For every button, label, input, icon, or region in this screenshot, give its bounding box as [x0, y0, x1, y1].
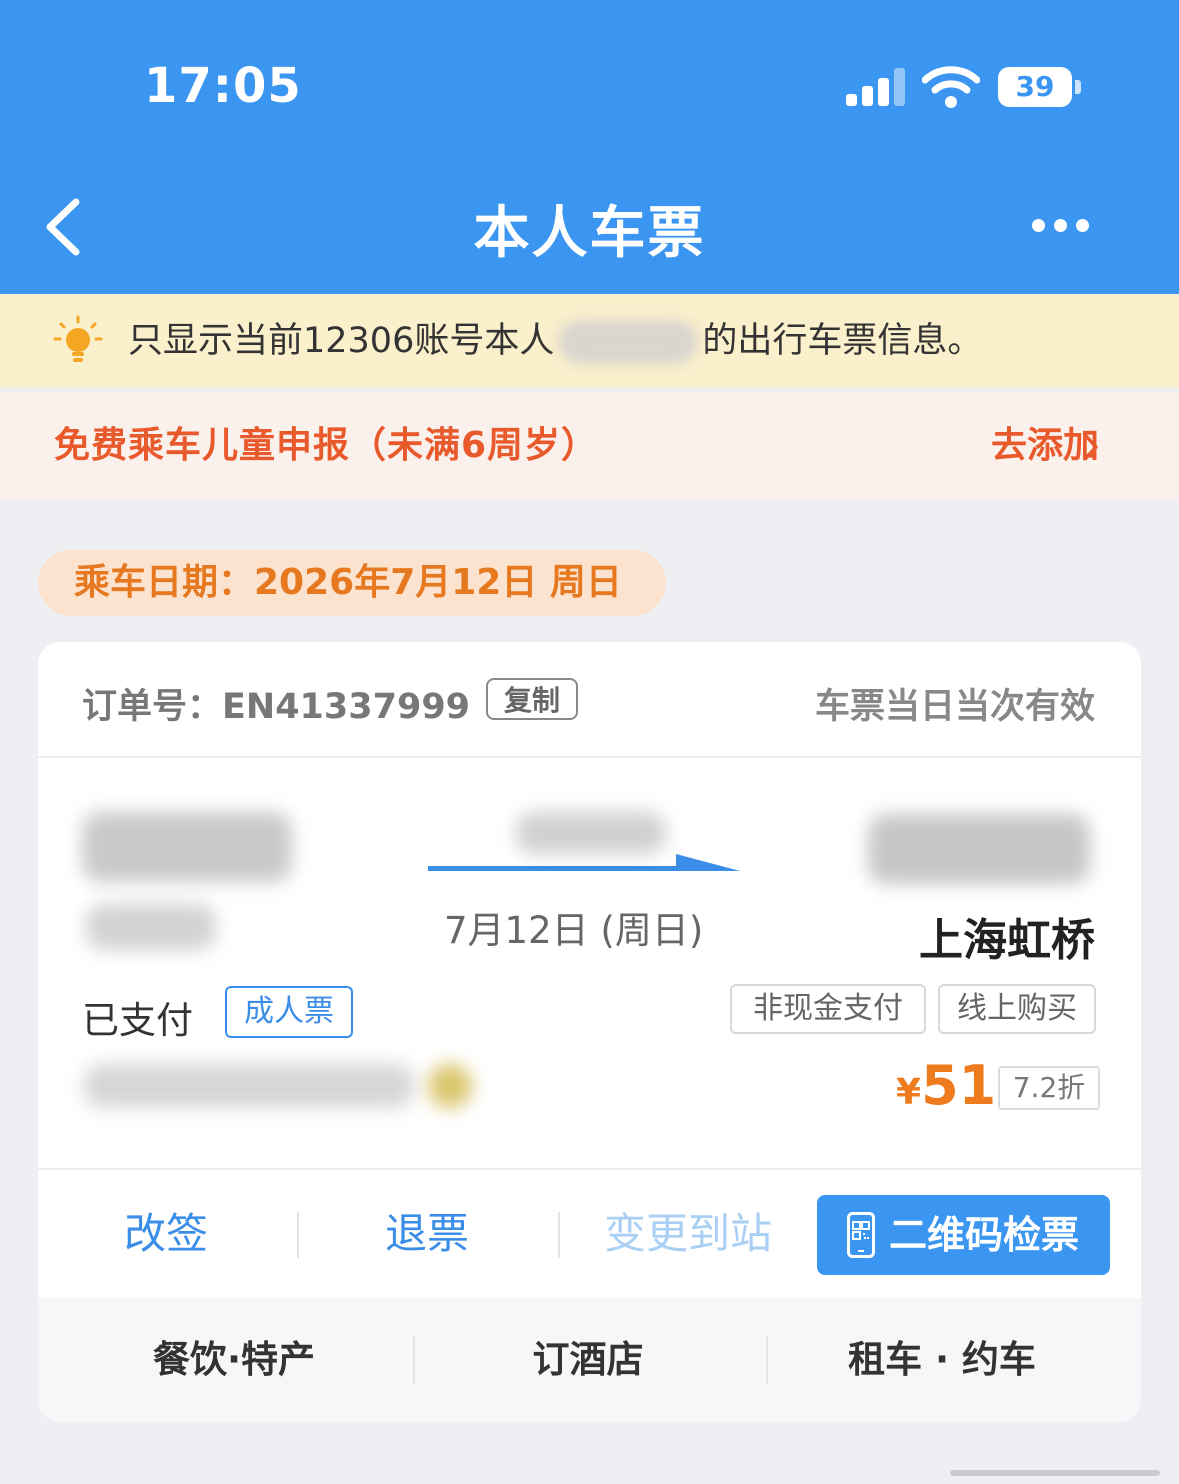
travel-date-pill: 乘车日期：2026年7月12日 周日 — [38, 550, 666, 616]
status-time: 17:05 — [144, 58, 302, 114]
divider — [38, 756, 1141, 758]
notice-text-after: 的出行车票信息。 — [702, 321, 983, 361]
phone-qr-icon — [847, 1212, 875, 1258]
refund-button[interactable]: 退票 — [347, 1194, 507, 1274]
page-title: 本人车票 — [473, 201, 706, 266]
price-value: 51 — [921, 1054, 997, 1117]
ticket-price: ¥51 — [896, 1054, 996, 1117]
ticket-type-badge: 成人票 — [225, 986, 353, 1038]
cellular-signal-icon — [846, 68, 906, 106]
change-destination-button[interactable]: 变更到站 — [598, 1194, 778, 1274]
lightbulb-icon — [53, 315, 103, 362]
battery-tip — [1075, 80, 1081, 94]
arrival-station: 上海虹桥 — [919, 915, 1095, 966]
food-specialty-link[interactable]: 餐饮·特产 — [118, 1298, 350, 1422]
order-number: 订单号：EN41337999 — [82, 687, 471, 727]
payment-status: 已支付 — [82, 999, 193, 1042]
separator — [297, 1212, 299, 1258]
redacted-train-number — [516, 812, 666, 854]
app-header: 17:05 39 本人车票 — [0, 0, 1179, 294]
qr-check-label: 二维码检票 — [889, 1213, 1080, 1257]
travel-date: 7月12日 (周日) — [444, 909, 704, 952]
redacted-arrive-time — [868, 814, 1090, 884]
car-rental-link[interactable]: 租车 · 约车 — [818, 1298, 1066, 1422]
separator — [413, 1336, 415, 1384]
currency-symbol: ¥ — [896, 1072, 922, 1113]
separator — [558, 1212, 560, 1258]
hotel-booking-link[interactable]: 订酒店 — [468, 1298, 708, 1422]
child-declaration-text: 免费乘车儿童申报（未满6周岁） — [54, 425, 599, 466]
redacted-seat-badge — [428, 1064, 472, 1108]
chevron-right-icon[interactable] — [1082, 432, 1100, 462]
redacted-name — [558, 320, 699, 364]
home-indicator — [950, 1470, 1160, 1476]
discount-badge: 7.2折 — [998, 1066, 1100, 1110]
payment-method-tag: 非现金支付 — [730, 984, 926, 1034]
notice-text: 只显示当前12306账号本人 的出行车票信息。 — [128, 294, 982, 388]
wifi-icon — [922, 66, 980, 108]
notice-text-before: 只显示当前12306账号本人 — [128, 321, 555, 361]
redacted-depart-time — [82, 812, 292, 882]
account-notice: 只显示当前12306账号本人 的出行车票信息。 — [0, 294, 1179, 388]
qr-check-button[interactable]: 二维码检票 — [817, 1195, 1110, 1275]
ticket-card: 订单号：EN41337999 复制 车票当日当次有效 7月12日 (周日) 上海… — [38, 642, 1141, 1422]
redacted-depart-station — [86, 904, 216, 950]
battery-icon: 39 — [998, 67, 1072, 107]
divider — [38, 1168, 1141, 1170]
travel-date-label: 乘车日期：2026年7月12日 周日 — [74, 562, 622, 603]
service-links: 餐饮·特产 订酒店 租车 · 约车 — [38, 1298, 1141, 1422]
separator — [766, 1336, 768, 1384]
change-ticket-button[interactable]: 改签 — [86, 1194, 246, 1274]
purchase-channel-tag: 线上购买 — [938, 984, 1096, 1034]
validity-text: 车票当日当次有效 — [814, 687, 1095, 727]
route-arrow-icon — [428, 854, 740, 871]
more-options-icon[interactable] — [1028, 216, 1092, 236]
redacted-seat-info — [84, 1064, 414, 1108]
copy-button[interactable]: 复制 — [486, 678, 578, 720]
child-declaration-banner[interactable]: 免费乘车儿童申报（未满6周岁） 去添加 — [0, 392, 1179, 500]
